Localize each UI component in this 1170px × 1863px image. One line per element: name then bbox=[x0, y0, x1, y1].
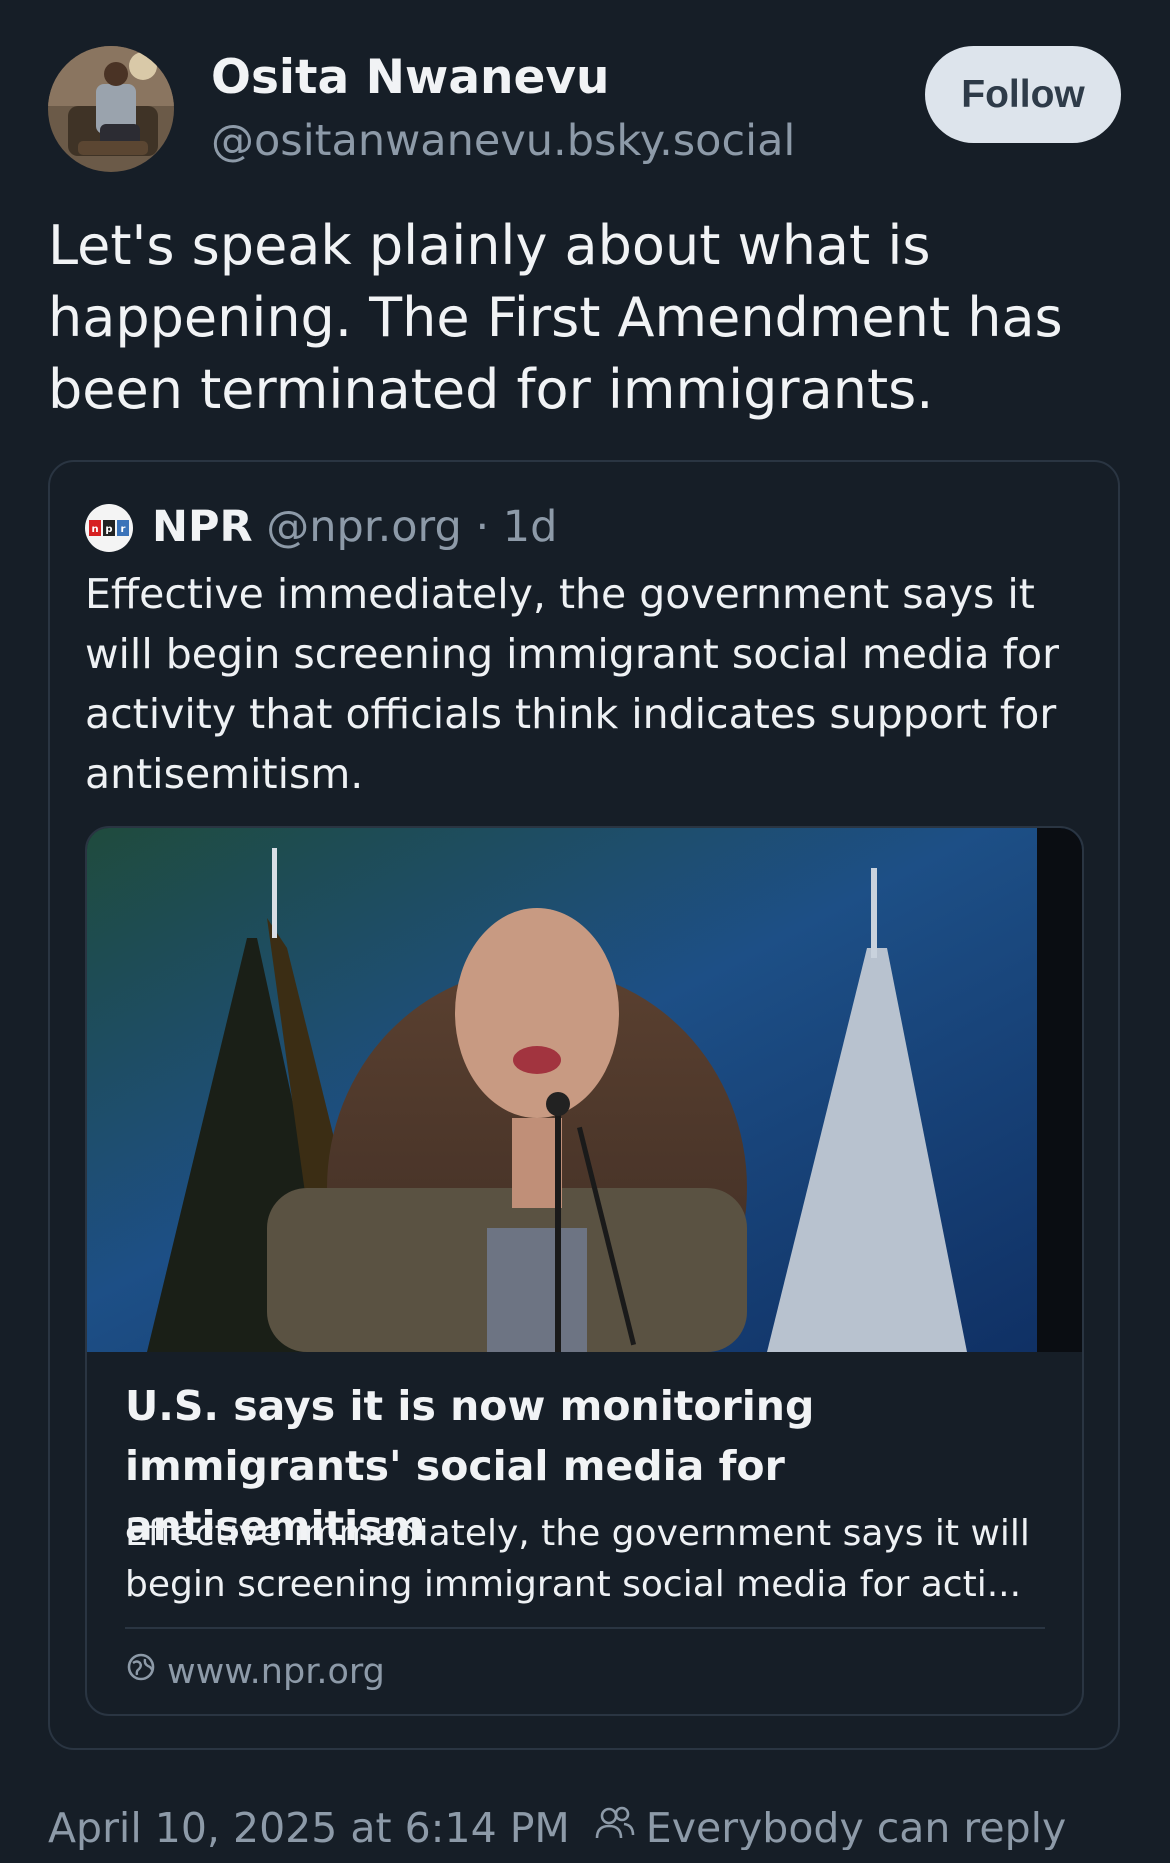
link-preview-domain-row: www.npr.org bbox=[125, 1648, 385, 1696]
bottom-edge bbox=[0, 1850, 1170, 1863]
post-text: Let's speak plainly about what is happen… bbox=[48, 214, 1063, 421]
reply-setting[interactable]: Everybody can reply bbox=[594, 1802, 1067, 1854]
follow-button[interactable]: Follow bbox=[925, 46, 1121, 143]
author-handle[interactable]: @ositanwanevu.bsky.social bbox=[211, 116, 795, 166]
svg-text:r: r bbox=[121, 524, 126, 535]
author-avatar[interactable] bbox=[48, 46, 174, 172]
header-separator: · bbox=[461, 502, 503, 552]
post-footer: April 10, 2025 at 6:14 PM Everybody can … bbox=[48, 1802, 1066, 1854]
quoted-post-header: NPR @npr.org · 1d bbox=[152, 498, 557, 556]
author-name[interactable]: Osita Nwanevu bbox=[211, 50, 610, 105]
link-preview-image bbox=[87, 828, 1082, 1352]
post-thread-view: Osita Nwanevu @ositanwanevu.bsky.social … bbox=[0, 0, 1170, 1863]
quoted-post-text: Effective immediately, the government sa… bbox=[85, 570, 1059, 798]
post-timestamp: April 10, 2025 at 6:14 PM bbox=[48, 1804, 570, 1852]
link-preview-description: Effective immediately, the government sa… bbox=[125, 1513, 1030, 1605]
quoted-post-age: 1d bbox=[502, 502, 558, 552]
people-icon bbox=[594, 1802, 636, 1854]
quoted-author-name[interactable]: NPR bbox=[152, 502, 253, 552]
link-preview-domain: www.npr.org bbox=[167, 1652, 385, 1692]
quoted-author-handle[interactable]: @npr.org bbox=[266, 502, 461, 552]
link-preview-card[interactable]: U.S. says it is now monitoring immigrant… bbox=[85, 826, 1084, 1716]
svg-text:n: n bbox=[91, 524, 98, 535]
svg-text:p: p bbox=[105, 524, 112, 535]
npr-avatar[interactable]: n p r bbox=[85, 504, 133, 552]
link-preview-divider bbox=[125, 1627, 1045, 1629]
reply-setting-label: Everybody can reply bbox=[645, 1804, 1067, 1852]
globe-icon bbox=[125, 1648, 157, 1696]
